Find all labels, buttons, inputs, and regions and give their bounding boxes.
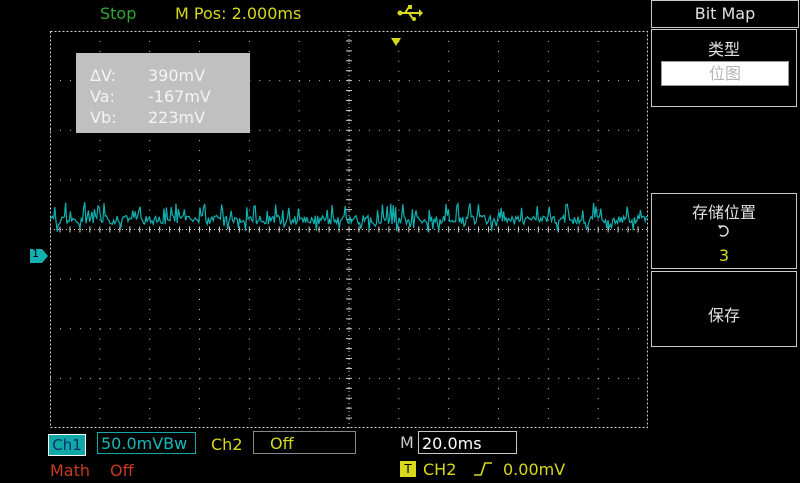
menu-type-label: 类型 — [707, 40, 740, 59]
menu-type-value[interactable]: 位图 — [661, 61, 789, 86]
ch2-state: Off — [253, 431, 356, 454]
run-state: Stop — [100, 4, 137, 23]
trigger-icon: T — [400, 461, 416, 477]
trigger-level: 0.00mV — [503, 460, 566, 479]
menu-location-value: 3 — [718, 246, 730, 265]
ch1-scale: 50.0mVBw — [97, 432, 196, 454]
usb-icon — [397, 4, 423, 26]
rising-edge-icon — [472, 459, 494, 483]
ch1-marker[interactable]: 1 — [30, 247, 48, 263]
ch1-badge[interactable]: Ch1 — [48, 434, 86, 456]
math-label[interactable]: Math — [50, 461, 90, 480]
cursor-label: Va: — [90, 87, 115, 106]
menu-type-button[interactable]: 类型 位图 — [651, 29, 797, 107]
cursor-readout: ΔV: 390mV Va: -167mV Vb: 223mV — [76, 53, 250, 133]
menu-location-label: 存储位置 — [691, 203, 756, 222]
trigger-position-marker[interactable] — [391, 31, 401, 46]
cursor-value: 223mV — [148, 108, 206, 127]
timebase-value: 20.0ms — [418, 431, 517, 454]
cursor-label: Vb: — [90, 108, 117, 127]
timebase-label: M — [400, 433, 414, 452]
trigger-source: CH2 — [423, 460, 457, 479]
menu-save-button[interactable]: 保存 — [651, 271, 797, 347]
cursor-value: -167mV — [148, 87, 211, 106]
menu-location-button[interactable]: 存储位置 3 — [651, 193, 797, 269]
cursor-value: 390mV — [148, 66, 206, 85]
horizontal-position: M Pos: 2.000ms — [175, 4, 302, 23]
refresh-icon — [652, 223, 796, 243]
cursor-label: ΔV: — [90, 66, 116, 85]
menu-title: Bit Map — [651, 0, 799, 28]
ch2-label[interactable]: Ch2 — [211, 435, 243, 454]
ch1-marker-label: 1 — [32, 247, 39, 260]
math-state: Off — [110, 461, 134, 480]
menu-save-label: 保存 — [707, 306, 740, 325]
